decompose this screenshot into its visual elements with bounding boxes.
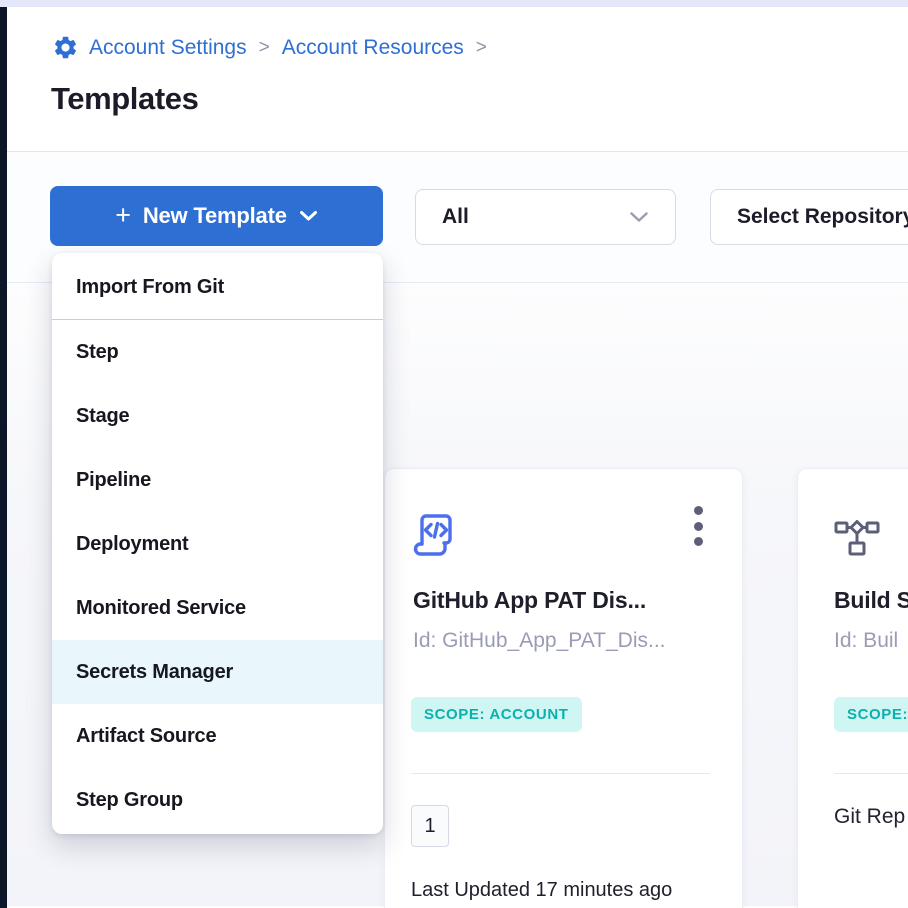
template-card-title: Build S bbox=[834, 587, 908, 614]
chevron-down-icon bbox=[299, 210, 318, 222]
page-header: Account Settings > Account Resources > T… bbox=[7, 7, 908, 152]
git-repo-label: Git Rep bbox=[834, 805, 905, 829]
menu-item-step-group[interactable]: Step Group bbox=[52, 768, 383, 832]
menu-item-artifact-source[interactable]: Artifact Source bbox=[52, 704, 383, 768]
template-card-title: GitHub App PAT Dis... bbox=[413, 587, 646, 614]
menu-item-step[interactable]: Step bbox=[52, 320, 383, 384]
stage-template-icon bbox=[834, 519, 880, 562]
breadcrumb: Account Settings > Account Resources > bbox=[52, 34, 489, 61]
breadcrumb-account-settings[interactable]: Account Settings bbox=[89, 36, 247, 60]
card-divider bbox=[834, 773, 908, 774]
card-menu-kebab-icon[interactable] bbox=[694, 506, 704, 546]
breadcrumb-account-resources[interactable]: Account Resources bbox=[282, 36, 464, 60]
version-count-chip[interactable]: 1 bbox=[411, 805, 449, 847]
template-card-github-app-pat[interactable]: GitHub App PAT Dis... Id: GitHub_App_PAT… bbox=[384, 468, 743, 908]
scope-badge: SCOPE: ACCOUNT bbox=[411, 697, 582, 732]
code-template-icon bbox=[411, 509, 461, 564]
breadcrumb-separator: > bbox=[474, 37, 489, 59]
template-card-id: Id: GitHub_App_PAT_Dis... bbox=[413, 629, 666, 653]
breadcrumb-separator: > bbox=[257, 37, 272, 59]
scope-badge: SCOPE: ACCOUNT bbox=[834, 697, 908, 732]
type-filter-value: All bbox=[442, 205, 469, 229]
menu-item-import-from-git[interactable]: Import From Git bbox=[52, 255, 383, 319]
new-template-button[interactable]: + New Template bbox=[50, 186, 383, 246]
collapsed-nav-rail bbox=[0, 7, 7, 908]
menu-item-monitored-service[interactable]: Monitored Service bbox=[52, 576, 383, 640]
menu-item-stage[interactable]: Stage bbox=[52, 384, 383, 448]
template-card-id: Id: Buil bbox=[834, 629, 898, 653]
plus-icon: + bbox=[115, 202, 131, 229]
menu-item-secrets-manager[interactable]: Secrets Manager bbox=[52, 640, 383, 704]
template-card-build-stage[interactable]: Build S Id: Buil SCOPE: ACCOUNT Git Rep bbox=[797, 468, 908, 908]
repository-filter[interactable]: Select Repository bbox=[710, 189, 908, 245]
top-accent-strip bbox=[0, 0, 908, 7]
chevron-down-icon bbox=[629, 211, 649, 223]
last-updated-text: Last Updated 17 minutes ago bbox=[411, 879, 672, 902]
menu-item-pipeline[interactable]: Pipeline bbox=[52, 448, 383, 512]
card-divider bbox=[411, 773, 710, 774]
new-template-label: New Template bbox=[143, 203, 287, 229]
menu-item-deployment[interactable]: Deployment bbox=[52, 512, 383, 576]
settings-gear-icon bbox=[52, 34, 79, 61]
new-template-dropdown-menu: Import From Git Step Stage Pipeline Depl… bbox=[52, 253, 383, 834]
repo-filter-value: Select Repository bbox=[737, 205, 908, 229]
template-type-filter[interactable]: All bbox=[415, 189, 676, 245]
page-title: Templates bbox=[51, 81, 198, 117]
